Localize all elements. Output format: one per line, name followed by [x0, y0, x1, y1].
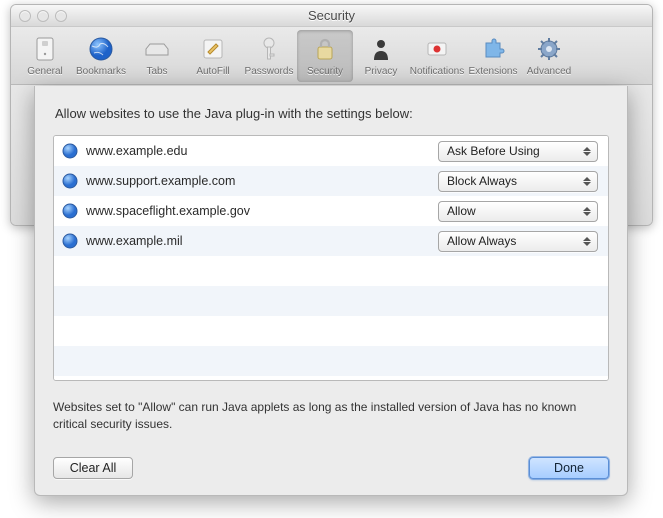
toolbar-item-general[interactable]: General — [17, 30, 73, 82]
setting-select[interactable]: Ask Before Using — [438, 141, 598, 162]
empty-row — [54, 316, 608, 346]
setting-select[interactable]: Allow Always — [438, 231, 598, 252]
stepper-icon — [580, 144, 594, 159]
puzzle-icon — [479, 35, 507, 63]
toolbar-item-tabs[interactable]: Tabs — [129, 30, 185, 82]
toolbar-label: Privacy — [365, 66, 398, 77]
stepper-icon — [580, 234, 594, 249]
setting-value: Block Always — [447, 174, 517, 188]
toolbar-label: Notifications — [410, 66, 464, 77]
tab-icon — [143, 35, 171, 63]
toolbar-item-security[interactable]: Security — [297, 30, 353, 82]
setting-value: Allow — [447, 204, 476, 218]
record-icon — [423, 35, 451, 63]
switch-icon — [31, 35, 59, 63]
website-label: www.example.mil — [86, 234, 430, 248]
website-row[interactable]: www.support.example.com Block Always — [54, 166, 608, 196]
toolbar-label: AutoFill — [196, 66, 229, 77]
globe-icon — [62, 143, 78, 159]
toolbar-label: Advanced — [527, 66, 571, 77]
globe-icon — [87, 35, 115, 63]
clear-all-button[interactable]: Clear All — [53, 457, 133, 479]
setting-value: Allow Always — [447, 234, 516, 248]
setting-select[interactable]: Block Always — [438, 171, 598, 192]
globe-icon — [62, 233, 78, 249]
setting-value: Ask Before Using — [447, 144, 540, 158]
gear-icon — [535, 35, 563, 63]
website-label: www.example.edu — [86, 144, 430, 158]
person-icon — [367, 35, 395, 63]
lock-icon — [311, 35, 339, 63]
footer-note: Websites set to "Allow" can run Java app… — [53, 399, 609, 434]
globe-icon — [62, 203, 78, 219]
toolbar-label: Tabs — [146, 66, 167, 77]
button-row: Clear All Done — [53, 443, 609, 479]
empty-row — [54, 346, 608, 376]
toolbar-item-extensions[interactable]: Extensions — [465, 30, 521, 82]
sheet-heading: Allow websites to use the Java plug-in w… — [55, 106, 609, 121]
toolbar: General Bookmarks Tabs AutoFill Password… — [11, 27, 652, 85]
website-row[interactable]: www.example.mil Allow Always — [54, 226, 608, 256]
toolbar-item-passwords[interactable]: Passwords — [241, 30, 297, 82]
stepper-icon — [580, 174, 594, 189]
window-title: Security — [11, 8, 652, 23]
toolbar-label: Passwords — [245, 66, 294, 77]
toolbar-item-notifications[interactable]: Notifications — [409, 30, 465, 82]
stepper-icon — [580, 204, 594, 219]
java-plugin-sheet: Allow websites to use the Java plug-in w… — [34, 86, 628, 496]
toolbar-item-autofill[interactable]: AutoFill — [185, 30, 241, 82]
key-icon — [255, 35, 283, 63]
toolbar-item-privacy[interactable]: Privacy — [353, 30, 409, 82]
globe-icon — [62, 173, 78, 189]
empty-row — [54, 376, 608, 381]
website-label: www.spaceflight.example.gov — [86, 204, 430, 218]
toolbar-label: General — [27, 66, 63, 77]
toolbar-item-advanced[interactable]: Advanced — [521, 30, 577, 82]
toolbar-label: Bookmarks — [76, 66, 126, 77]
pencil-icon — [199, 35, 227, 63]
titlebar: Security — [11, 5, 652, 27]
empty-row — [54, 286, 608, 316]
empty-row — [54, 256, 608, 286]
website-row[interactable]: www.spaceflight.example.gov Allow — [54, 196, 608, 226]
website-label: www.support.example.com — [86, 174, 430, 188]
website-list: www.example.edu Ask Before Using www.sup… — [53, 135, 609, 381]
website-row[interactable]: www.example.edu Ask Before Using — [54, 136, 608, 166]
toolbar-item-bookmarks[interactable]: Bookmarks — [73, 30, 129, 82]
setting-select[interactable]: Allow — [438, 201, 598, 222]
done-button[interactable]: Done — [529, 457, 609, 479]
toolbar-label: Extensions — [469, 66, 518, 77]
toolbar-label: Security — [307, 66, 343, 77]
